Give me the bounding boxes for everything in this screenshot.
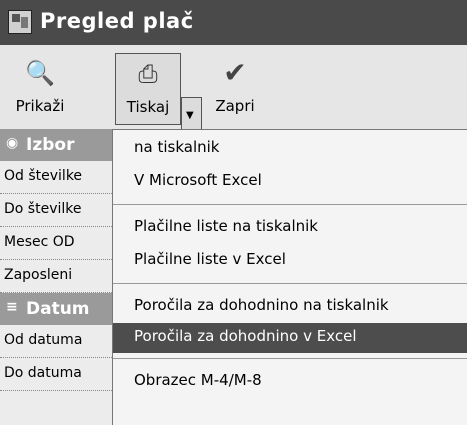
chevron-down-icon: ▼	[186, 110, 194, 121]
show-button[interactable]: 🔍 Prikaži	[12, 53, 68, 125]
toolbar: 🔍 Prikaži ⎙ Tiskaj ▼ ✔ Zapri	[0, 45, 467, 135]
print-button[interactable]: ⎙ Tiskaj	[115, 53, 181, 125]
menu-item-tax-reports-excel[interactable]: Poročila za dohodnino v Excel	[113, 323, 467, 353]
print-dropdown-menu: na tiskalnik V Microsoft Excel Plačilne …	[112, 129, 467, 425]
menu-item-export-excel[interactable]: V Microsoft Excel	[113, 171, 467, 193]
printer-icon: ⎙	[138, 60, 158, 88]
field-label: Zaposleni	[0, 260, 120, 293]
close-button[interactable]: ✔ Zapri	[208, 53, 262, 125]
menu-separator	[113, 204, 467, 205]
title-bar: Pregled plač	[0, 0, 467, 45]
window-title: Pregled plač	[40, 9, 194, 33]
field-label: Do številke	[0, 194, 120, 227]
menu-separator	[113, 358, 467, 359]
menu-item-print-to-printer[interactable]: na tiskalnik	[113, 138, 467, 160]
app-icon	[8, 10, 32, 34]
section-header-selection[interactable]: ◉ Izbor	[0, 129, 120, 161]
field-label: Do datuma	[0, 358, 120, 391]
menu-item-payslips-excel[interactable]: Plačilne liste v Excel	[113, 250, 467, 272]
menu-item-form-m4-m8[interactable]: Obrazec M-4/M-8	[113, 371, 467, 393]
expand-icon: ≡	[6, 299, 18, 315]
menu-item-payslips-printer[interactable]: Plačilne liste na tiskalnik	[113, 217, 467, 239]
menu-item-tax-reports-printer[interactable]: Poročila za dohodnino na tiskalnik	[113, 296, 467, 318]
collapse-icon: ◉	[6, 135, 19, 151]
checkmark-icon: ✔	[223, 56, 247, 89]
filter-panel: ◉ Izbor Od številke Do številke Mesec OD…	[0, 129, 120, 425]
menu-separator	[113, 283, 467, 284]
field-label: Mesec OD	[0, 227, 120, 260]
field-label: Od številke	[0, 161, 120, 194]
magnifier-page-icon: 🔍	[25, 59, 55, 87]
section-header-date[interactable]: ≡ Datum	[0, 293, 120, 325]
field-label: Od datuma	[0, 325, 120, 358]
